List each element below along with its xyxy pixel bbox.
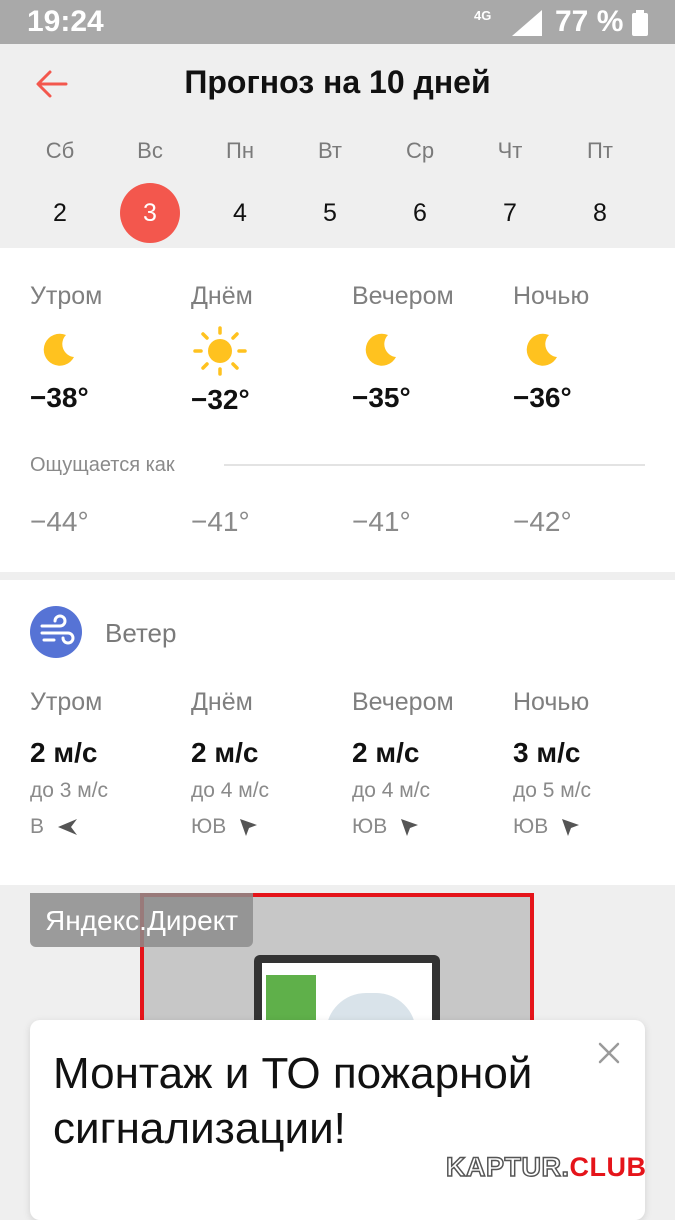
day-part-label: Утром (30, 688, 103, 716)
day-number: 6 (413, 199, 427, 227)
watermark-part2: CLUB (569, 1152, 647, 1182)
day-of-week: Пн (226, 138, 254, 163)
temperature-value: −36° (513, 382, 572, 413)
ad-headline[interactable]: Монтаж и ТО пожарной сигнализации! (53, 1046, 573, 1156)
network-type: 4G (474, 8, 492, 23)
wind-gust: до 4 м/с (191, 779, 270, 802)
day-of-week: Чт (497, 138, 523, 163)
day-number: 4 (233, 199, 247, 227)
day-number: 2 (53, 199, 67, 227)
wind-arrow-icon (240, 819, 258, 837)
wind-direction: В (30, 815, 45, 838)
day-part-label: Ночью (513, 282, 590, 310)
day-of-week: Вт (317, 138, 343, 163)
battery-percent: 77 % (555, 5, 624, 38)
wind-speed: 2 м/с (352, 737, 420, 768)
status-time: 19:24 (27, 5, 104, 38)
day-item[interactable]: Вт 5 (300, 136, 360, 243)
wind-speed: 2 м/с (191, 737, 259, 768)
wind-arrow-icon (401, 819, 419, 837)
day-part-label: Вечером (352, 688, 454, 716)
sun-icon (193, 326, 247, 376)
feels-like-value: −42° (513, 506, 572, 537)
watermark: KAPTUR.CLUB (445, 1151, 647, 1183)
wind-speed: 2 м/с (30, 737, 98, 768)
wind-part-morning: Утром 2 м/с до 3 м/с В (30, 688, 180, 839)
temperature-value: −38° (30, 382, 89, 413)
wind-card: Ветер Утром 2 м/с до 3 м/с В Днём 2 м/с … (0, 580, 675, 885)
page-title: Прогноз на 10 дней (184, 64, 491, 100)
day-item[interactable]: Чт 7 (480, 136, 540, 243)
feels-like-value: −44° (30, 506, 89, 537)
day-number: 7 (503, 199, 517, 227)
watermark-part1: KAPTUR. (445, 1151, 570, 1183)
moon-icon (43, 333, 74, 366)
moon-icon (365, 333, 396, 366)
wind-direction: ЮВ (191, 815, 227, 838)
signal-icon (512, 10, 542, 36)
wind-direction: ЮВ (513, 815, 549, 838)
wind-arrow-icon (562, 819, 580, 837)
day-item-selected[interactable]: Вс 3 (120, 136, 180, 243)
day-part-morning: Утром −38° (30, 282, 180, 414)
day-item[interactable]: Пн 4 (210, 136, 270, 243)
day-item[interactable]: Ср 6 (390, 136, 450, 243)
wind-part-night: Ночью 3 м/с до 5 м/с ЮВ (513, 688, 663, 839)
wind-arrow-icon (57, 819, 77, 836)
day-item[interactable]: Сб 2 (30, 136, 90, 243)
status-bar: 19:24 4G 77 % (0, 0, 675, 44)
moon-icon (526, 333, 557, 366)
battery-icon (632, 10, 648, 36)
feels-like-label: Ощущается как (30, 454, 175, 476)
temperature-value: −32° (191, 384, 250, 415)
ad-banner[interactable]: Монтаж и ТО пожарной сигнализации! (30, 1020, 645, 1220)
feels-like-value: −41° (352, 506, 411, 537)
wind-icon (30, 606, 82, 658)
wind-part-day: Днём 2 м/с до 4 м/с ЮВ (191, 688, 341, 839)
day-part-label: Днём (191, 688, 253, 716)
day-of-week: Пт (587, 138, 613, 163)
wind-part-evening: Вечером 2 м/с до 4 м/с ЮВ (352, 688, 502, 839)
close-icon[interactable] (596, 1040, 622, 1066)
day-of-week: Вс (137, 138, 163, 163)
wind-gust: до 5 м/с (513, 779, 592, 802)
divider (224, 464, 645, 466)
wind-gust: до 3 м/с (30, 779, 109, 802)
feels-like-value: −41° (191, 506, 250, 537)
forecast-header: Прогноз на 10 дней Сб 2 Вс 3 Пн 4 Вт 5 С… (0, 44, 675, 248)
day-number: 8 (593, 199, 607, 227)
wind-title: Ветер (105, 618, 177, 648)
day-part-label: Ночью (513, 688, 590, 716)
ad-provider-label: Яндекс.Директ (30, 893, 254, 947)
wind-speed: 3 м/с (513, 737, 581, 768)
day-of-week: Сб (45, 138, 75, 163)
wind-gust: до 4 м/с (352, 779, 431, 802)
day-number: 3 (120, 183, 180, 243)
day-item[interactable]: Пт 8 (570, 136, 630, 243)
day-part-label: Утром (30, 282, 103, 310)
day-part-label: Днём (191, 282, 253, 310)
temperature-value: −35° (352, 382, 411, 413)
wind-direction: ЮВ (352, 815, 388, 838)
day-part-evening: Вечером −35° (352, 282, 502, 414)
day-of-week: Ср (405, 138, 435, 163)
day-part-day: Днём −32° (191, 282, 341, 416)
day-number: 5 (323, 199, 337, 227)
day-part-night: Ночью −36° (513, 282, 663, 414)
temperature-card: Утром −38° Днём −32° Вечером −35° Ночью (0, 248, 675, 572)
day-part-label: Вечером (352, 282, 454, 310)
